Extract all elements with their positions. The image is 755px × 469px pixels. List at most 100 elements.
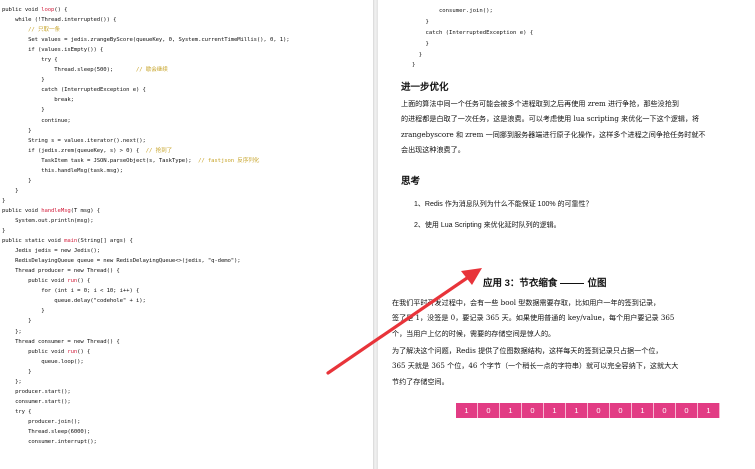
left-code-line: queue.loop(); [2, 357, 332, 367]
section-paragraph-line: 会出现这种浪费了。 [401, 145, 465, 155]
code-text: if (values.isEmpty()) { [2, 47, 104, 54]
left-code-line: System.out.println(msg); [2, 216, 332, 226]
code-text: } [2, 368, 32, 375]
code-comment: // 只取一条 [28, 27, 60, 34]
code-text: Jedis jedis = new Jedis(); [2, 248, 101, 255]
left-code-line: break; [2, 95, 332, 105]
bitmap-cell: 0 [654, 403, 676, 418]
left-code-block: public void loop() { while (!Thread.inte… [2, 5, 332, 447]
code-text: while (!Thread.interrupted()) { [2, 17, 117, 24]
left-code-line: queue.delay("codehole" + i); [2, 296, 332, 306]
code-text: (String[] args) { [77, 238, 133, 245]
left-code-line: Thread producer = new Thread() { [2, 266, 332, 276]
code-text: } [412, 62, 416, 69]
application-paragraph-1-line: 签了是 1，没签是 0，要记录 365 天。如果使用普通的 key/value，… [392, 313, 675, 323]
code-text: producer.join(); [2, 418, 81, 425]
left-code-line: if (values.isEmpty()) { [2, 45, 332, 55]
right-code-line: } [412, 50, 612, 61]
left-code-line: try { [2, 55, 332, 65]
left-code-line: try { [2, 407, 332, 417]
code-text: for (int i = 0; i < 10; i++) { [2, 288, 140, 295]
left-code-line: public void run() { [2, 347, 332, 357]
section-paragraph-line: 上面的算法中同一个任务可能会被多个进程取到之后再使用 zrem 进行争抢，那些没… [401, 99, 679, 108]
right-code-line: consumer.join(); [412, 6, 612, 17]
code-text: }; [2, 328, 22, 335]
bitmap-cell: 0 [610, 403, 632, 418]
code-text: try { [2, 57, 58, 64]
left-code-line: consumer.start(); [2, 397, 332, 407]
function-name: run [67, 278, 78, 285]
code-text: } [412, 18, 429, 25]
left-code-line: if (jedis.zrem(queueKey, s) > 0) { // 抢到… [2, 146, 332, 156]
code-text: public static void [2, 238, 65, 245]
think-question-1: 1、Redis 作为消息队列为什么不能保证 100% 的可靠性？ [414, 201, 593, 208]
left-code-line: } [2, 367, 332, 377]
left-page: public void loop() { while (!Thread.inte… [0, 0, 373, 469]
left-code-line: Thread consumer = new Thread() { [2, 337, 332, 347]
code-text: if (jedis.zrem(queueKey, s) > 0) { [2, 147, 146, 154]
bitmap-cell: 0 [676, 403, 698, 418]
left-code-line: } [2, 226, 332, 236]
code-comment: // 歇会继续 [135, 67, 168, 74]
left-code-line: while (!Thread.interrupted()) { [2, 15, 332, 25]
bitmap-cell: 1 [566, 403, 588, 418]
left-code-line: }; [2, 327, 332, 337]
section-paragraph-line: 的进程都是白取了一次任务，这是浪费。可以考虑使用 lua scripting 来… [401, 114, 700, 124]
left-code-line: } [2, 75, 332, 85]
left-code-line: } [2, 126, 332, 136]
code-text: } [2, 228, 6, 235]
left-code-line: } [2, 186, 332, 196]
right-code-line: } [412, 60, 612, 71]
bitmap-cell: 1 [698, 403, 720, 418]
left-code-line: } [2, 316, 332, 326]
left-code-line: for (int i = 0; i < 10; i++) { [2, 286, 332, 296]
code-text: }; [2, 378, 22, 385]
code-text: public void [2, 348, 68, 355]
code-text: Thread consumer = new Thread() { [2, 338, 120, 345]
application-title-prefix: 应用 3：节衣缩食 [483, 278, 558, 289]
code-text: Thread.sleep(500); [2, 67, 136, 74]
bitmap-cell: 1 [500, 403, 522, 418]
code-text: } [2, 127, 32, 134]
bitmap-cell: 0 [522, 403, 544, 418]
code-text: Thread producer = new Thread() { [2, 268, 120, 275]
application-paragraph-1: 在我们平时开发过程中，会有一些 bool 型数据需要存取，比如用户一年的签到记录… [392, 295, 732, 341]
code-text: Thread.sleep(6000); [2, 428, 91, 435]
title-dash [560, 282, 585, 284]
code-text: () { [54, 7, 68, 13]
application-paragraph-2-line: 节约了存储空间。 [392, 376, 449, 386]
section-paragraph-line: zrangebyscore 和 zrem 一同挪到服务器端进行原子化操作，这样多… [401, 129, 706, 139]
left-code-line: Thread.sleep(500); // 歇会继续 [2, 65, 332, 75]
section-title: 进一步优化 [401, 82, 449, 93]
code-text: } [2, 77, 45, 84]
left-code-line: public static void main(String[] args) { [2, 236, 332, 246]
left-code-line: continue; [2, 116, 332, 126]
code-text: break; [2, 97, 74, 104]
code-text: consumer.interrupt(); [2, 439, 97, 446]
bitmap-cell: 1 [632, 403, 654, 418]
left-code-line: catch (InterruptedException e) { [2, 85, 332, 95]
application-paragraph-2-line: 为了解决这个问题，Redis 提供了位图数据结构，这样每天的签到记录只占据一个位… [392, 346, 663, 355]
code-text: TaskItem task = JSON.parseObject(s, Task… [2, 157, 199, 164]
code-text: public void [2, 278, 68, 285]
application-paragraph-1-line: 在我们平时开发过程中，会有一些 bool 型数据需要存取，比如用户一年的签到记录… [392, 298, 661, 307]
application-paragraph-1-line: 个，当用户上亿的时候，需要的存储空间是惊人的。 [392, 328, 556, 338]
code-comment: // fastjson 反序列化 [198, 157, 260, 164]
code-text: } [2, 318, 32, 325]
bitmap-cell: 0 [478, 403, 500, 418]
code-text: } [2, 107, 45, 114]
code-text: } [2, 197, 6, 204]
right-code-block: consumer.join(); } catch (InterruptedExc… [412, 6, 612, 71]
bitmap-cell: 1 [544, 403, 566, 418]
code-text: public void [2, 207, 42, 214]
left-code-line: consumer.interrupt(); [2, 437, 332, 447]
application-paragraph-2: 为了解决这个问题，Redis 提供了位图数据结构，这样每天的签到记录只占据一个位… [392, 343, 732, 389]
code-text: this.handleMsg(task.msg); [2, 167, 123, 174]
left-code-line: String s = values.iterator().next(); [2, 136, 332, 146]
left-code-line: } [2, 105, 332, 115]
code-text: public void [2, 7, 42, 13]
left-code-line: public void loop() { [2, 5, 332, 15]
code-text: RedisDelayingQueue queue = new RedisDela… [2, 258, 241, 265]
left-code-line: TaskItem task = JSON.parseObject(s, Task… [2, 156, 332, 166]
code-text: continue; [2, 117, 71, 124]
